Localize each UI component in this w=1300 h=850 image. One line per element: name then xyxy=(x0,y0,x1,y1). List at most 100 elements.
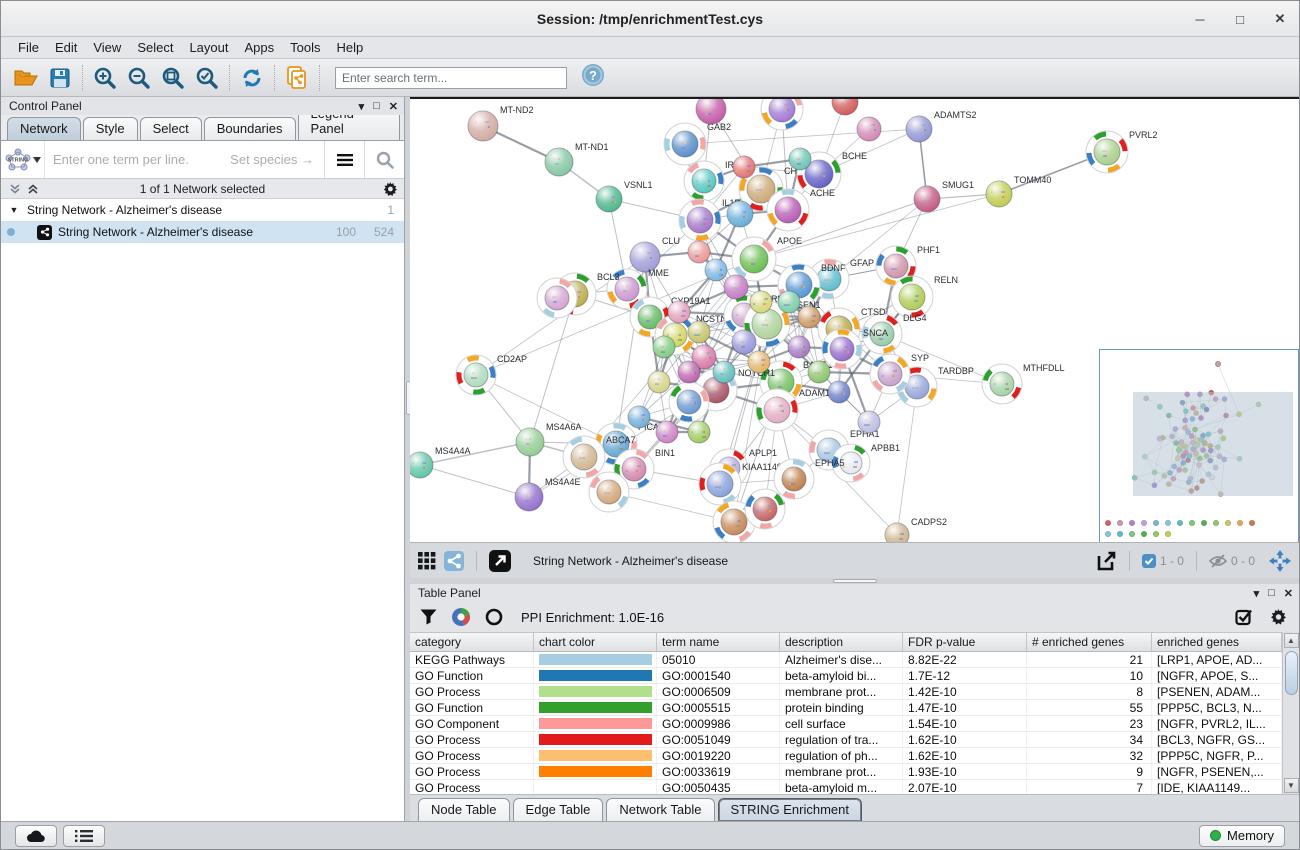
tab-network-table[interactable]: Network Table xyxy=(606,798,714,821)
menu-file[interactable]: File xyxy=(11,38,46,57)
protein-node[interactable] xyxy=(732,330,756,354)
string-search-button[interactable] xyxy=(364,141,404,178)
table-scrollbar[interactable]: ▲ ▼ xyxy=(1282,632,1299,794)
zoom-selected-button[interactable] xyxy=(190,62,224,94)
save-session-button[interactable] xyxy=(43,62,77,94)
overview-viewport-rect[interactable] xyxy=(1133,392,1293,496)
column-header[interactable]: category xyxy=(410,633,534,652)
column-header[interactable]: term name xyxy=(657,633,780,652)
protein-node[interactable] xyxy=(688,321,710,343)
import-network-button[interactable] xyxy=(280,62,314,94)
string-query-input[interactable] xyxy=(45,152,230,167)
panel-close-icon[interactable]: ✕ xyxy=(1284,587,1293,600)
panel-collapse-icon[interactable]: ▾ xyxy=(359,100,365,113)
protein-node[interactable]: CD2AP xyxy=(456,354,527,395)
protein-node[interactable] xyxy=(537,278,577,318)
tab-node-table[interactable]: Node Table xyxy=(418,798,510,821)
protein-node[interactable] xyxy=(798,306,820,328)
export-network-button[interactable] xyxy=(1095,550,1117,572)
protein-node[interactable] xyxy=(789,148,811,170)
minimize-button[interactable]: ─ xyxy=(1191,12,1209,27)
table-row[interactable]: GO FunctionGO:0005515protein binding1.47… xyxy=(410,700,1282,716)
tab-style[interactable]: Style xyxy=(83,117,138,140)
protein-node[interactable]: MS4A4E xyxy=(515,477,581,511)
table-row[interactable]: GO ProcessGO:0019220regulation of ph...1… xyxy=(410,748,1282,764)
panel-float-icon[interactable]: □ xyxy=(373,100,380,113)
protein-node[interactable] xyxy=(669,382,709,422)
panel-close-icon[interactable]: ✕ xyxy=(389,100,398,113)
search-input[interactable] xyxy=(335,67,567,89)
table-row[interactable]: GO ComponentGO:0009986cell surface1.54E-… xyxy=(410,716,1282,732)
protein-node[interactable] xyxy=(750,291,772,313)
pan-mode-button[interactable] xyxy=(1269,550,1291,572)
open-file-button[interactable] xyxy=(9,62,43,94)
zoom-fit-button[interactable] xyxy=(156,62,190,94)
protein-node[interactable]: GAB2 xyxy=(664,122,731,165)
column-header[interactable]: chart color xyxy=(534,633,657,652)
table-row[interactable]: KEGG Pathways05010Alzheimer's dise...8.8… xyxy=(410,652,1282,668)
network-canvas[interactable]: MT-ND2MT-ND1VSNL1GAB2IRS1CHATBCHEACHEIL1… xyxy=(410,97,1299,542)
protein-node[interactable]: CADPS2 xyxy=(885,517,947,542)
menu-layout[interactable]: Layout xyxy=(182,38,235,57)
protein-node[interactable] xyxy=(858,411,880,433)
help-button[interactable]: ? xyxy=(581,63,605,92)
protein-node[interactable] xyxy=(688,241,710,263)
protein-node[interactable] xyxy=(727,201,753,227)
protein-node[interactable] xyxy=(628,406,650,428)
set-species-label[interactable]: Set species → xyxy=(230,152,324,167)
string-options-button[interactable] xyxy=(324,141,364,178)
memory-button[interactable]: Memory xyxy=(1199,825,1285,847)
protein-node[interactable] xyxy=(857,117,881,141)
maximize-button[interactable]: □ xyxy=(1231,12,1249,27)
protein-node[interactable] xyxy=(788,336,810,358)
network-overview-panel[interactable] xyxy=(1099,349,1299,542)
protein-node[interactable] xyxy=(668,301,690,323)
column-header[interactable]: description xyxy=(780,633,903,652)
column-header[interactable]: enriched genes xyxy=(1152,633,1282,652)
protein-node[interactable] xyxy=(761,99,803,130)
table-row[interactable]: GO ProcessGO:0050435beta-amyloid m...2.0… xyxy=(410,780,1282,794)
menu-apps[interactable]: Apps xyxy=(238,38,282,57)
protein-node[interactable] xyxy=(705,259,727,281)
grid-view-button[interactable] xyxy=(418,552,436,570)
tab-boundaries[interactable]: Boundaries xyxy=(204,117,296,140)
protein-node[interactable] xyxy=(724,275,748,299)
protein-node[interactable] xyxy=(828,381,850,403)
menu-select[interactable]: Select xyxy=(130,38,180,57)
tab-network[interactable]: Network xyxy=(7,117,81,140)
tree-expander-icon[interactable]: ▼ xyxy=(1,205,27,215)
detach-view-button[interactable] xyxy=(489,550,511,572)
string-protein-query-dropdown[interactable]: STRING xyxy=(1,141,45,178)
table-row[interactable]: GO FunctionGO:0001540beta-amyloid bi...1… xyxy=(410,668,1282,684)
panel-collapse-icon[interactable]: ▾ xyxy=(1254,587,1260,600)
table-row[interactable]: GO ProcessGO:0006509membrane prot...1.42… xyxy=(410,684,1282,700)
column-header[interactable]: # enriched genes xyxy=(1027,633,1152,652)
protein-node[interactable] xyxy=(745,489,785,529)
gear-icon[interactable] xyxy=(1269,608,1287,626)
refresh-button[interactable] xyxy=(235,62,269,94)
filter-icon[interactable] xyxy=(420,609,437,625)
zoom-out-button[interactable] xyxy=(122,62,156,94)
ring-chart-icon[interactable] xyxy=(485,608,503,626)
protein-node[interactable] xyxy=(696,99,726,124)
protein-node[interactable]: MS4A4A xyxy=(410,446,471,478)
splitter-grip[interactable] xyxy=(833,579,877,583)
protein-node[interactable] xyxy=(653,336,675,358)
menu-edit[interactable]: Edit xyxy=(48,38,84,57)
scrollbar-thumb[interactable] xyxy=(1285,651,1298,695)
protein-node[interactable]: TOMM40 xyxy=(986,175,1051,207)
protein-node[interactable]: EPHA5 xyxy=(774,458,845,499)
table-row[interactable]: GO ProcessGO:0051049regulation of tra...… xyxy=(410,732,1282,748)
pie-chart-icon[interactable] xyxy=(451,607,471,627)
menu-help[interactable]: Help xyxy=(330,38,371,57)
gear-icon[interactable] xyxy=(382,181,398,197)
panel-float-icon[interactable]: □ xyxy=(1268,587,1275,600)
zoom-in-button[interactable] xyxy=(88,62,122,94)
protein-node[interactable]: MTHFDLL xyxy=(982,363,1065,404)
table-row[interactable]: GO ProcessGO:0033619membrane prot...1.93… xyxy=(410,764,1282,780)
network-row[interactable]: String Network - Alzheimer's disease 100… xyxy=(1,221,404,243)
cloud-tasks-button[interactable] xyxy=(15,825,57,847)
protein-node[interactable]: RELN xyxy=(891,275,958,318)
protein-node[interactable] xyxy=(688,421,710,443)
scroll-down-button[interactable]: ▼ xyxy=(1284,778,1299,793)
